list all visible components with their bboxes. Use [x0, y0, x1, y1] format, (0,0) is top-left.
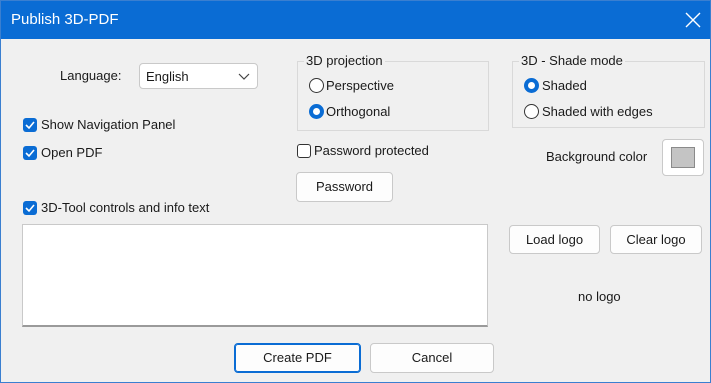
shaded-with-edges-label[interactable]: Shaded with edges — [542, 104, 653, 119]
shaded-label[interactable]: Shaded — [542, 78, 587, 93]
projection-group: 3D projection — [297, 53, 489, 131]
show-nav-panel-label[interactable]: Show Navigation Panel — [41, 117, 175, 132]
shaded-radio[interactable] — [524, 78, 539, 93]
cancel-label: Cancel — [411, 350, 453, 365]
load-logo-button[interactable]: Load logo — [509, 225, 600, 254]
open-pdf-label[interactable]: Open PDF — [41, 145, 102, 160]
publish-dialog: Publish 3D-PDF Language: English 3D proj… — [0, 0, 711, 383]
close-button[interactable] — [678, 5, 708, 35]
close-icon — [685, 12, 701, 28]
password-button-label: Password — [315, 179, 374, 194]
create-pdf-label: Create PDF — [263, 350, 332, 365]
logo-status: no logo — [578, 289, 621, 304]
projection-legend: 3D projection — [304, 53, 385, 68]
shaded-with-edges-radio[interactable] — [524, 104, 539, 119]
controls-info-text-label[interactable]: 3D-Tool controls and info text — [41, 200, 209, 215]
orthogonal-label[interactable]: Orthogonal — [326, 104, 390, 119]
background-color-label: Background color — [546, 149, 648, 164]
title-bar[interactable]: Publish 3D-PDF — [1, 1, 710, 39]
checkmark-icon — [25, 149, 35, 158]
show-nav-panel-checkbox[interactable] — [23, 118, 37, 132]
shade-mode-legend: 3D - Shade mode — [519, 53, 625, 68]
password-button[interactable]: Password — [296, 172, 393, 202]
checkmark-icon — [25, 121, 35, 130]
password-protected-checkbox[interactable] — [297, 144, 311, 158]
chevron-down-icon — [238, 73, 250, 80]
open-pdf-checkbox[interactable] — [23, 146, 37, 160]
language-select[interactable]: English — [139, 63, 258, 89]
controls-info-text-checkbox[interactable] — [23, 201, 37, 215]
perspective-radio[interactable] — [309, 78, 324, 93]
background-color-button[interactable] — [662, 139, 704, 176]
checkmark-icon — [25, 204, 35, 213]
password-protected-label[interactable]: Password protected — [314, 143, 429, 158]
language-select-value: English — [146, 69, 189, 84]
clear-logo-button[interactable]: Clear logo — [610, 225, 702, 254]
language-label: Language: — [60, 68, 122, 83]
background-color-swatch — [671, 147, 695, 168]
orthogonal-radio[interactable] — [309, 104, 324, 119]
info-text-area[interactable] — [22, 224, 488, 327]
perspective-label[interactable]: Perspective — [326, 78, 394, 93]
create-pdf-button[interactable]: Create PDF — [234, 343, 361, 373]
clear-logo-label: Clear logo — [626, 232, 686, 247]
load-logo-label: Load logo — [525, 232, 584, 247]
cancel-button[interactable]: Cancel — [370, 343, 494, 373]
dialog-title: Publish 3D-PDF — [11, 11, 119, 28]
